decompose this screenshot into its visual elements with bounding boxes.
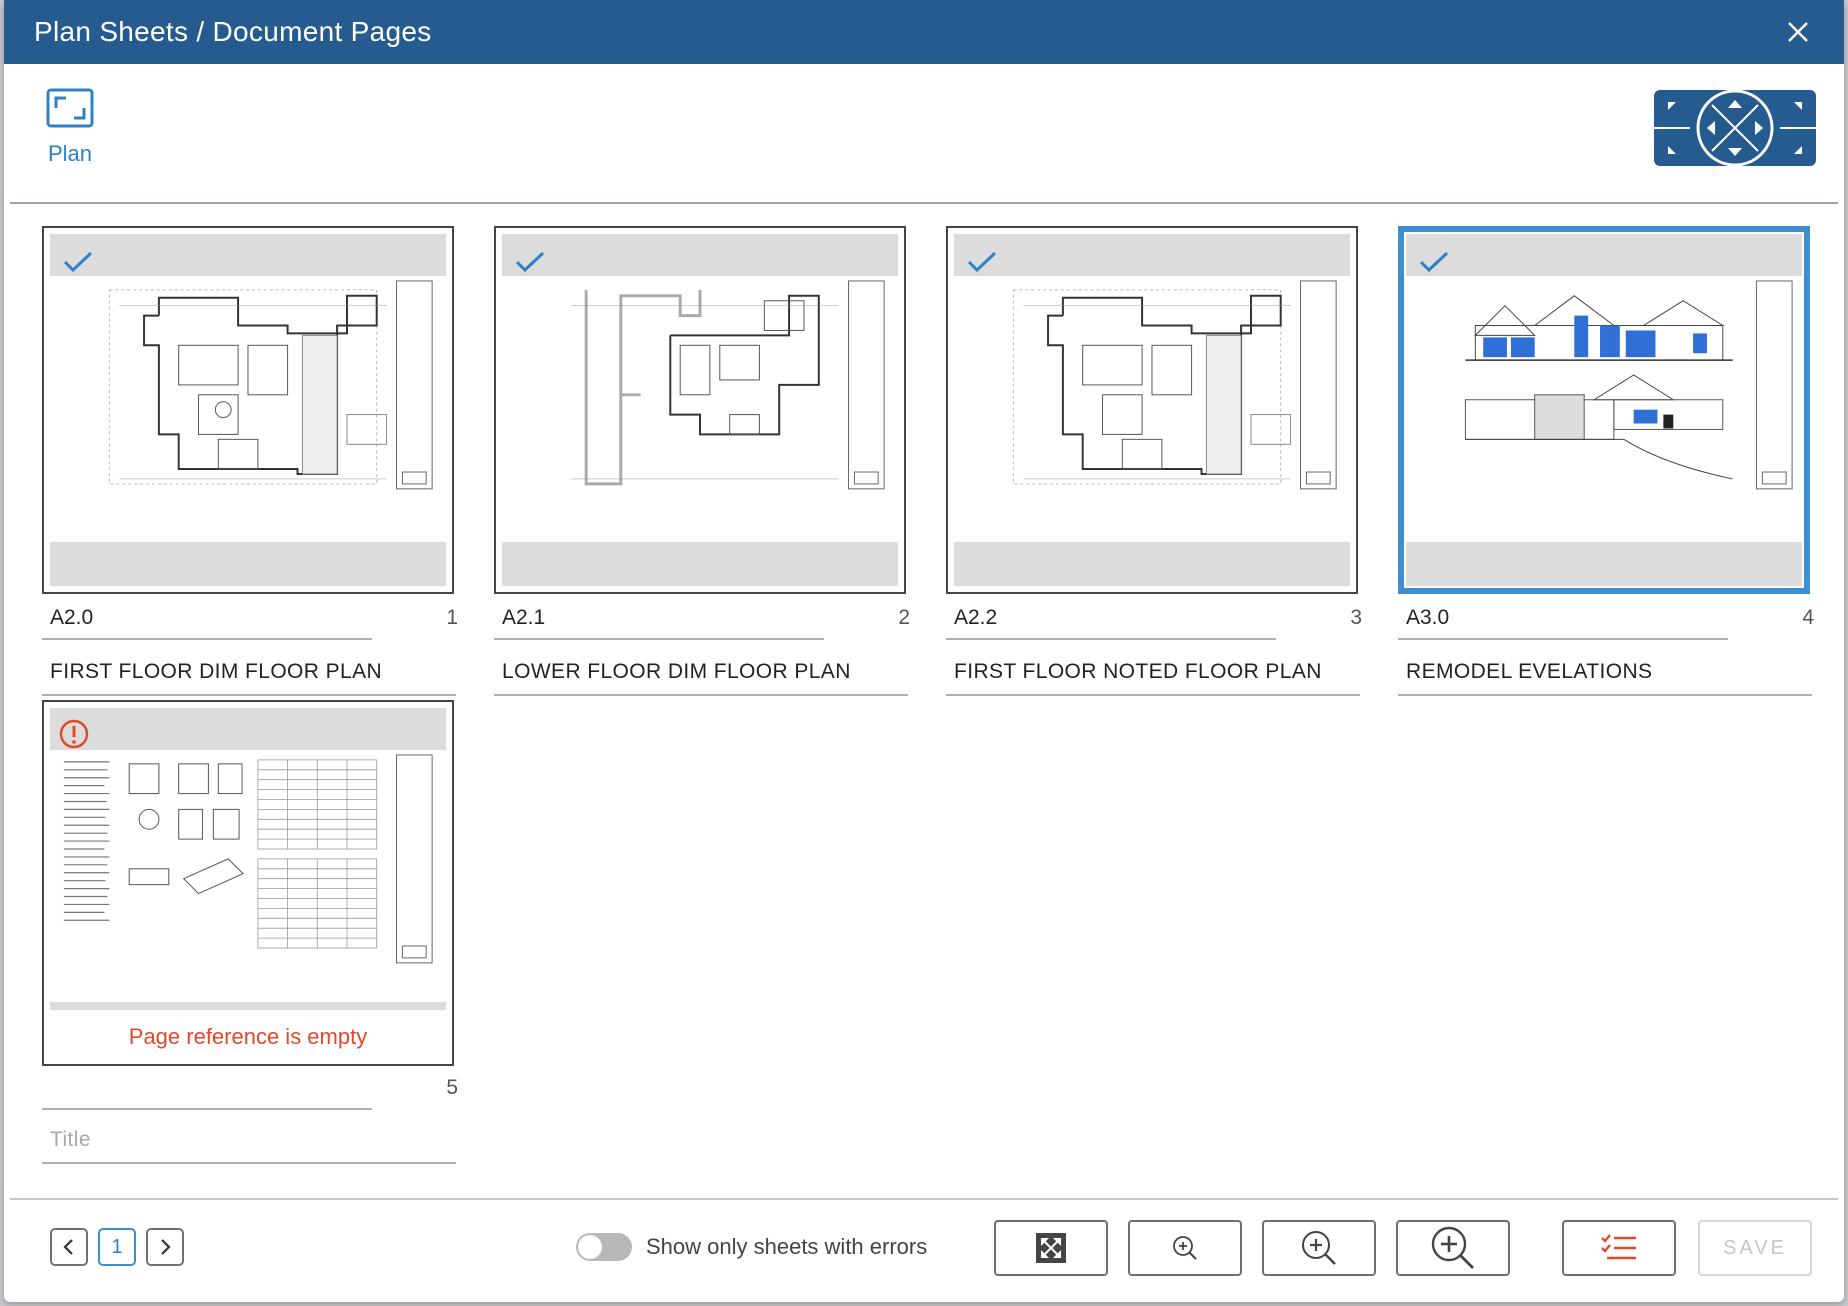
chevron-left-icon bbox=[63, 1239, 73, 1255]
sheet-thumbnail[interactable] bbox=[946, 226, 1358, 594]
thumbnail-header bbox=[50, 708, 446, 750]
sheet-thumbnail-selected[interactable] bbox=[1398, 226, 1810, 594]
sheet-reference-row: 5 bbox=[42, 1068, 458, 1110]
pan-navigation-control[interactable] bbox=[1654, 89, 1816, 167]
errors-only-toggle[interactable] bbox=[576, 1233, 632, 1261]
sheet-reference[interactable]: A2.1 bbox=[502, 606, 545, 630]
sheet-thumbnail[interactable]: Page reference is empty bbox=[42, 700, 454, 1066]
floor-plan-drawing bbox=[571, 280, 885, 490]
sheet-title-field[interactable]: LOWER FLOOR DIM FLOOR PLAN bbox=[494, 646, 908, 696]
sheet-number: 2 bbox=[898, 606, 910, 629]
dialog-toolbar: Plan bbox=[10, 64, 1838, 204]
check-icon bbox=[63, 251, 93, 273]
sheet-reference-row: A2.2 3 bbox=[946, 598, 1362, 640]
zoom-large-button[interactable] bbox=[1396, 1220, 1510, 1276]
plan-label: Plan bbox=[47, 141, 93, 166]
thumbnail-footer bbox=[50, 542, 446, 586]
thumbnail-header bbox=[1406, 234, 1802, 276]
sheet-reference-row: A2.0 1 bbox=[42, 598, 458, 640]
check-icon bbox=[967, 251, 997, 273]
chevron-right-icon bbox=[161, 1239, 171, 1255]
fit-page-icon bbox=[1036, 1233, 1066, 1263]
sheet-title-placeholder: Title bbox=[50, 1128, 91, 1151]
thumbnail-footer bbox=[954, 542, 1350, 586]
thumbnail-footer bbox=[1406, 542, 1802, 586]
dialog-footer: 1 Show only sheets with errors SAVE bbox=[10, 1198, 1838, 1302]
sheet-title-field[interactable]: REMODEL EVELATIONS bbox=[1398, 646, 1812, 696]
sheet-title-field[interactable]: Title bbox=[42, 1114, 456, 1164]
next-page-button[interactable] bbox=[146, 1228, 184, 1266]
checklist-icon bbox=[1601, 1234, 1636, 1260]
fit-frame-icon bbox=[46, 88, 94, 128]
dialog-title: Plan Sheets / Document Pages bbox=[34, 16, 432, 47]
sheet-number: 1 bbox=[446, 606, 458, 629]
sheet-number: 5 bbox=[446, 1076, 458, 1099]
detail-sheet-drawing bbox=[63, 754, 433, 964]
sheet-reference[interactable]: A2.2 bbox=[954, 606, 997, 630]
dialog-header: Plan Sheets / Document Pages bbox=[4, 0, 1844, 64]
sheet-title: FIRST FLOOR DIM FLOOR PLAN bbox=[50, 660, 383, 683]
errors-only-label: Show only sheets with errors bbox=[646, 1234, 928, 1259]
error-message: Page reference is empty bbox=[128, 1024, 368, 1049]
sheet-number: 4 bbox=[1802, 606, 1814, 629]
zoom-in-large-icon bbox=[1431, 1226, 1474, 1269]
floor-plan-drawing bbox=[108, 280, 433, 490]
check-icon bbox=[515, 251, 545, 273]
page-number-button[interactable]: 1 bbox=[98, 1228, 136, 1266]
check-icon bbox=[1419, 251, 1449, 273]
plan-sheets-dialog: Plan Sheets / Document Pages Plan A2.0 1… bbox=[4, 0, 1844, 1302]
zoom-medium-button[interactable] bbox=[1262, 1220, 1376, 1276]
zoom-small-button[interactable] bbox=[1128, 1220, 1242, 1276]
sheet-grid: A2.0 1 FIRST FLOOR DIM FLOOR PLAN A2.1 2… bbox=[42, 226, 1822, 1176]
sheet-title: REMODEL EVELATIONS bbox=[1406, 660, 1653, 683]
save-button[interactable]: SAVE bbox=[1698, 1220, 1812, 1276]
sheet-title-field[interactable]: FIRST FLOOR DIM FLOOR PLAN bbox=[42, 646, 456, 696]
thumbnail-header bbox=[954, 234, 1350, 276]
sheet-title: FIRST FLOOR NOTED FLOOR PLAN bbox=[954, 660, 1322, 683]
thumbnail-footer bbox=[502, 542, 898, 586]
zoom-in-medium-icon bbox=[1302, 1231, 1336, 1265]
pan-navigation-icon bbox=[1654, 89, 1816, 167]
sheet-thumbnail[interactable] bbox=[42, 226, 454, 594]
sheet-reference[interactable]: A3.0 bbox=[1406, 606, 1449, 630]
fit-page-button[interactable] bbox=[994, 1220, 1108, 1276]
plan-button[interactable]: Plan bbox=[40, 88, 100, 167]
zoom-in-small-icon bbox=[1173, 1236, 1197, 1260]
sheet-title: LOWER FLOOR DIM FLOOR PLAN bbox=[502, 660, 851, 683]
thumbnail-header bbox=[50, 234, 446, 276]
sheet-reference-row: A2.1 2 bbox=[494, 598, 910, 640]
sheet-reference-row: A3.0 4 bbox=[1398, 598, 1814, 640]
sheet-title-field[interactable]: FIRST FLOOR NOTED FLOOR PLAN bbox=[946, 646, 1360, 696]
error-icon bbox=[59, 719, 89, 749]
floor-plan-drawing bbox=[1012, 280, 1337, 490]
close-icon[interactable] bbox=[1782, 16, 1814, 48]
thumbnail-header bbox=[502, 234, 898, 276]
prev-page-button[interactable] bbox=[50, 1228, 88, 1266]
sheet-reference[interactable]: A2.0 bbox=[50, 606, 93, 630]
elevation-drawing bbox=[1464, 280, 1793, 490]
sheet-number: 3 bbox=[1350, 606, 1362, 629]
sheet-list-button[interactable] bbox=[1562, 1220, 1676, 1276]
sheet-thumbnail[interactable] bbox=[494, 226, 906, 594]
